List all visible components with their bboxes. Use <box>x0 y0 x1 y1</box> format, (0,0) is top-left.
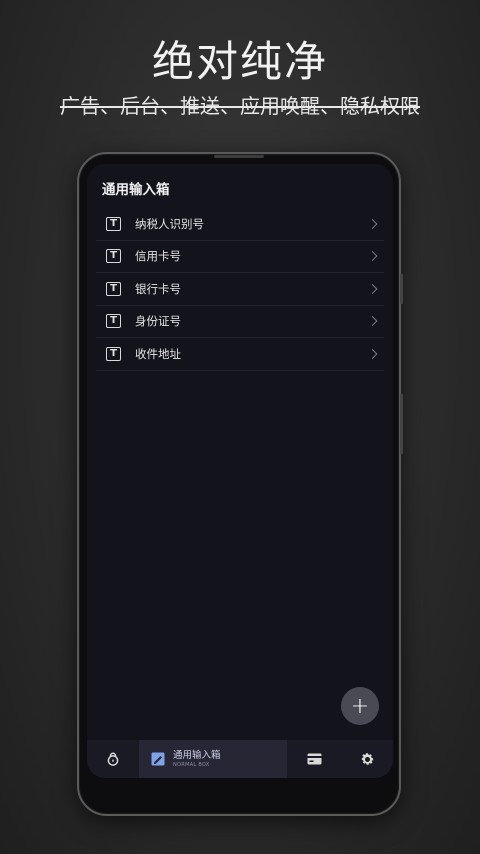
phone-volume-button <box>400 394 403 454</box>
list-item-label: 银行卡号 <box>135 281 181 296</box>
app-screen: 通用输入箱 T 纳税人识别号 T 信用卡号 T 银行卡号 T 身份证号 T 收件… <box>87 164 393 778</box>
page-title: 通用输入箱 <box>102 182 170 198</box>
list-item-label: 身份证号 <box>135 314 181 329</box>
add-box-button[interactable]: + <box>341 687 379 725</box>
edit-box-icon <box>151 752 165 766</box>
nav-settings-tab[interactable] <box>341 740 393 778</box>
bottom-nav: 通用输入箱 NORMAL BOX <box>87 740 393 778</box>
text-T-icon: T <box>106 314 121 329</box>
text-T-icon: T <box>106 249 121 264</box>
list-item[interactable]: T 信用卡号 <box>96 241 384 273</box>
list-item-label: 纳税人识别号 <box>135 216 204 231</box>
nav-lock-tab[interactable] <box>87 740 139 778</box>
chevron-right-icon <box>367 316 378 327</box>
phone-side-button <box>400 274 403 304</box>
list-item[interactable]: T 纳税人识别号 <box>96 208 384 241</box>
gear-icon <box>361 752 373 765</box>
list-item-label: 信用卡号 <box>135 249 181 264</box>
nav-active-label: 通用输入箱 <box>173 749 221 761</box>
text-T-icon: T <box>106 346 121 361</box>
list-item-label: 收件地址 <box>135 346 181 361</box>
text-T-icon: T <box>106 281 121 296</box>
chevron-right-icon <box>367 251 378 262</box>
card-icon <box>307 753 321 765</box>
promo-headline: 绝对纯净 <box>151 37 328 86</box>
chevron-right-icon <box>367 348 378 359</box>
list-item[interactable]: T 银行卡号 <box>96 273 384 306</box>
nav-card-tab[interactable] <box>287 740 341 778</box>
list-item[interactable]: T 身份证号 <box>96 306 384 338</box>
text-T-icon: T <box>106 216 121 231</box>
nav-active-sublabel: NORMAL BOX <box>173 761 210 768</box>
chevron-right-icon <box>367 283 378 294</box>
lock-icon <box>107 752 119 766</box>
box-list: T 纳税人识别号 T 信用卡号 T 银行卡号 T 身份证号 T 收件地址 <box>96 208 384 371</box>
nav-normal-box-tab[interactable]: 通用输入箱 NORMAL BOX <box>139 740 287 778</box>
phone-speaker <box>214 155 264 158</box>
list-item[interactable]: T 收件地址 <box>96 338 384 371</box>
promo-subline: 广告、后台、推送、应用唤醒、隐私权限 <box>60 94 420 118</box>
phone-frame: 通用输入箱 T 纳税人识别号 T 信用卡号 T 银行卡号 T 身份证号 T 收件… <box>77 152 403 816</box>
chevron-right-icon <box>367 218 378 229</box>
